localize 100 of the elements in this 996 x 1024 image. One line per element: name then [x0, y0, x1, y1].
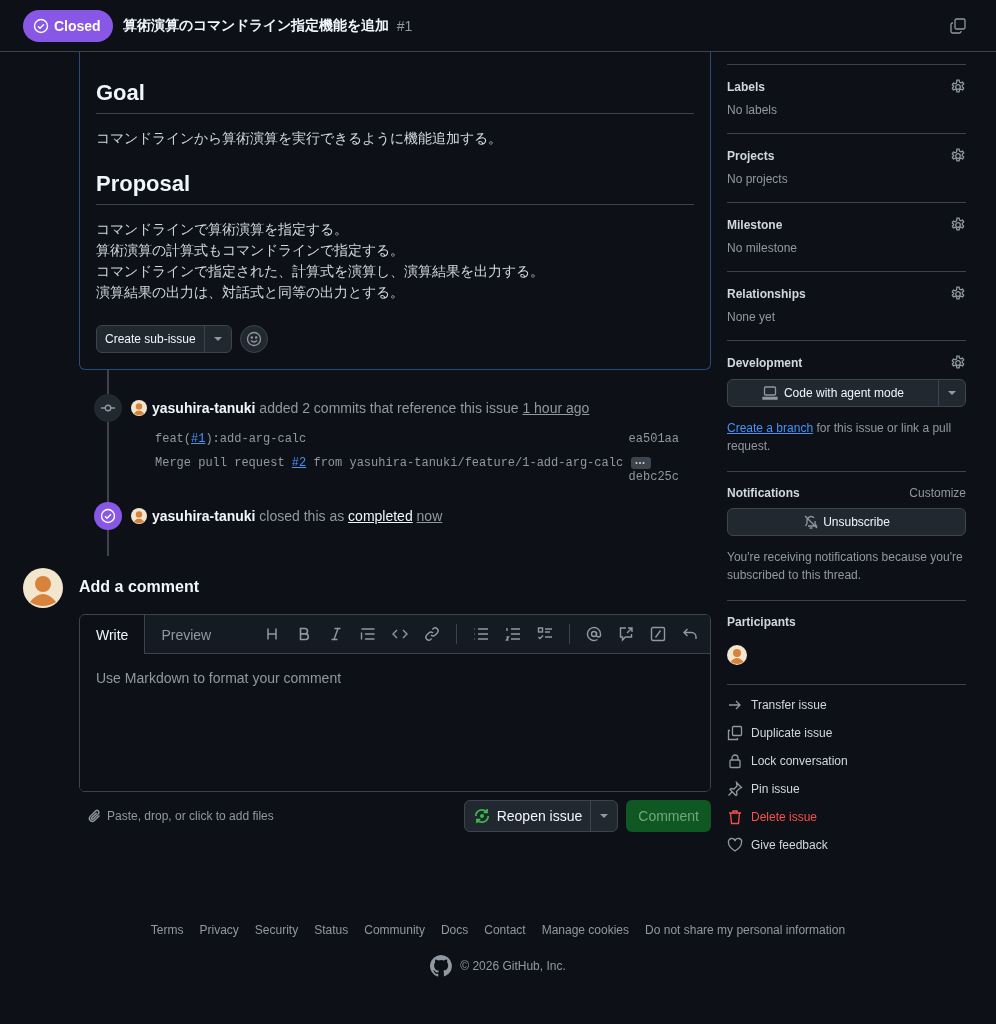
lock-icon [727, 753, 743, 769]
link-icon[interactable] [424, 626, 440, 642]
settings-icon[interactable] [950, 217, 966, 233]
add-reaction-button[interactable] [239, 325, 268, 353]
issue-number: #1 [396, 17, 413, 34]
body-text: コマンドラインで指定された、計算式を演算し、演算結果を出力する。 [96, 262, 545, 281]
body-text: 演算結果の出力は、対話式と同等の出力とする。 [96, 283, 405, 302]
sidebar-value: No projects [727, 172, 789, 186]
footer-link[interactable]: Privacy [199, 923, 239, 937]
mention-icon[interactable] [586, 626, 602, 642]
issue-title: 算術演算のコマンドライン指定機能を追加 [122, 16, 389, 35]
sidebar-heading[interactable]: Labels [727, 80, 765, 94]
state-reason-link[interactable]: completed [348, 508, 413, 524]
sidebar-heading[interactable]: Development [727, 356, 803, 370]
github-logo-icon[interactable] [430, 955, 453, 977]
commit-message[interactable]: feat(#1):add-arg-calc [155, 432, 307, 446]
slash-icon[interactable] [650, 626, 666, 642]
settings-icon[interactable] [950, 148, 966, 164]
commit-sha[interactable]: ea501aa [628, 432, 679, 446]
heading-icon[interactable] [264, 626, 280, 642]
participant-avatar[interactable] [727, 645, 747, 665]
body-text: コマンドラインから算術演算を実行できるように機能追加する。 [96, 129, 503, 148]
notification-note: You're receiving notifications because you're subscribed to this thread. [727, 549, 964, 584]
sidebar-heading[interactable]: Projects [727, 149, 775, 163]
agent-mode-button[interactable]: Code with agent mode [727, 379, 966, 407]
user-avatar[interactable] [131, 508, 147, 524]
unsubscribe-button[interactable]: Unsubscribe [727, 508, 966, 536]
numbered-list-icon[interactable] [505, 626, 521, 642]
laptop-icon [761, 385, 778, 401]
body-text: コマンドラインで算術演算を指定する。 [96, 220, 349, 239]
paperclip-icon[interactable] [87, 808, 103, 824]
sidebar-value: No labels [727, 103, 779, 117]
body-text: 算術演算の計算式もコマンドラインで指定する。 [96, 241, 405, 260]
commit-icon [94, 394, 122, 422]
create-branch-link[interactable]: Create a branch [727, 421, 814, 435]
undo-icon[interactable] [682, 626, 698, 642]
closed-icon [94, 502, 122, 530]
caret-icon [948, 391, 956, 395]
footer-link[interactable]: Manage cookies [541, 923, 630, 937]
sidebar-heading: Participants [727, 615, 796, 629]
copyright-text: © 2026 GitHub, Inc. [460, 959, 566, 973]
footer-link[interactable]: Docs [440, 923, 469, 937]
heart-icon [727, 837, 743, 853]
user-avatar[interactable] [131, 400, 147, 416]
caret-icon [600, 814, 609, 818]
settings-icon[interactable] [950, 286, 966, 302]
sidebar-action[interactable]: Pin issue [727, 781, 966, 797]
trash-icon [727, 809, 743, 825]
editor-tab[interactable]: Write [80, 615, 146, 654]
expand-button[interactable] [631, 457, 652, 469]
sidebar-action[interactable]: Lock conversation [727, 753, 966, 769]
editor-tab[interactable]: Preview [145, 616, 228, 654]
timestamp-link[interactable]: now [416, 508, 443, 524]
sidebar-heading[interactable]: Milestone [727, 218, 783, 232]
footer-link[interactable]: Security [254, 923, 299, 937]
section-heading: Goal [96, 80, 694, 114]
user-link[interactable]: yasuhira-tanuki [152, 400, 256, 416]
sidebar-heading: Notifications [727, 486, 800, 500]
task-list-icon[interactable] [537, 626, 553, 642]
smiley-icon [245, 331, 262, 347]
sidebar-action[interactable]: Transfer issue [727, 697, 966, 713]
footer-link[interactable]: Do not share my personal information [645, 923, 846, 937]
event-text: yasuhira-tanuki added 2 commits that reference this issue 1 hour ago [152, 400, 590, 416]
commit-message[interactable]: Merge pull request #2 from yasuhira-tanuki/feature/1-add-arg-calc [155, 456, 624, 470]
section-heading: Proposal [96, 171, 694, 205]
reopen-issue-button[interactable]: Reopen issue [463, 800, 619, 832]
sidebar-action[interactable]: Duplicate issue [727, 725, 966, 741]
reopen-icon [472, 807, 491, 825]
footer-link[interactable]: Community [364, 923, 425, 937]
sidebar-value: No milestone [727, 241, 799, 255]
footer-link[interactable]: Status [314, 923, 349, 937]
footer-link[interactable]: Contact [484, 923, 526, 937]
sidebar-heading[interactable]: Relationships [727, 287, 806, 301]
bell-slash-icon [803, 514, 820, 530]
commit-sha[interactable]: debc25c [628, 470, 679, 484]
attach-hint[interactable]: Paste, drop, or click to add files [107, 809, 274, 823]
sidebar-value: None yet [727, 310, 777, 324]
quote-icon[interactable] [360, 626, 376, 642]
development-note: Create a branch for this issue or link a pull request. [727, 420, 953, 455]
reference-icon[interactable] [618, 626, 634, 642]
sidebar-action[interactable]: Delete issue [727, 809, 966, 825]
user-avatar[interactable] [23, 568, 63, 608]
pin-icon [727, 781, 743, 797]
state-label: Closed [54, 17, 101, 34]
user-link[interactable]: yasuhira-tanuki [152, 508, 256, 524]
copy-icon[interactable] [950, 17, 966, 34]
issue-link[interactable]: #1 [191, 432, 206, 446]
check-circle-icon [33, 17, 49, 34]
customize-link[interactable]: Customize [909, 486, 966, 500]
footer-link[interactable]: Terms [150, 923, 184, 937]
settings-icon[interactable] [950, 355, 966, 371]
event-text: yasuhira-tanuki closed this as completed now [152, 508, 443, 524]
caret-icon [213, 337, 222, 341]
timestamp-link[interactable]: 1 hour ago [522, 400, 590, 416]
settings-icon[interactable] [950, 79, 966, 95]
create-sub-issue-button[interactable]: Create sub-issue [96, 325, 232, 353]
ellipsis-icon [635, 461, 646, 465]
issue-link[interactable]: #2 [291, 456, 307, 470]
add-comment-heading: Add a comment [79, 578, 200, 596]
sidebar-action[interactable]: Give feedback [727, 837, 966, 853]
